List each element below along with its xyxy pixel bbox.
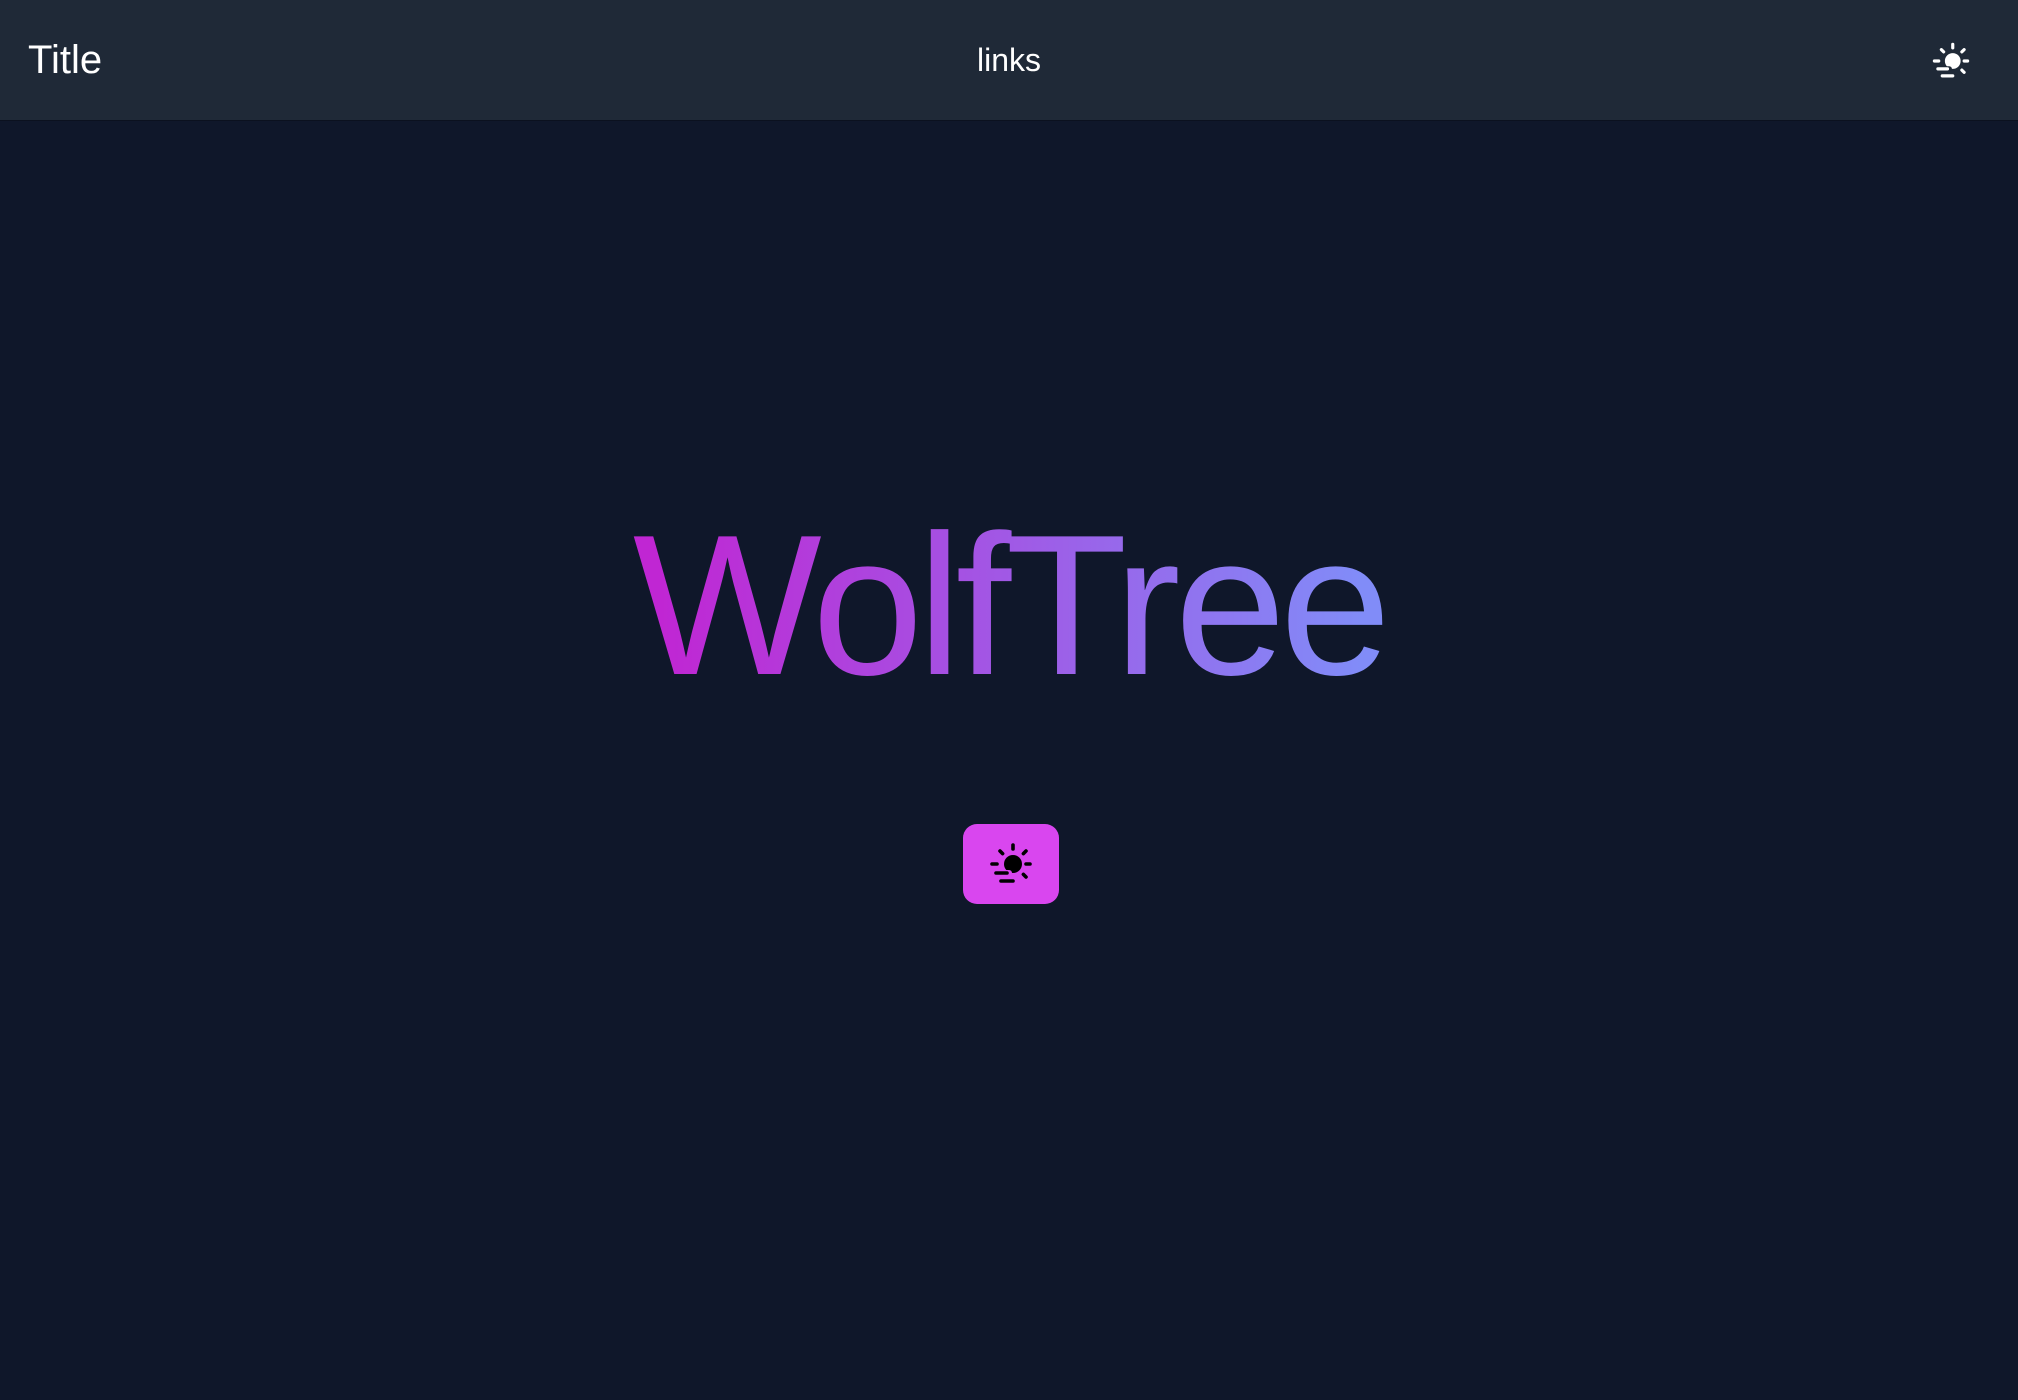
theme-toggle-button[interactable] [1930, 40, 1972, 82]
brand-text: WolfTree [633, 498, 1385, 708]
hero-section: WolfTree [0, 498, 2018, 708]
sun-horizon-icon [1932, 42, 1970, 78]
hero-theme-button[interactable] [963, 824, 1059, 904]
nav-link-links[interactable]: links [977, 37, 1041, 83]
nav-links-container: links [0, 37, 2018, 83]
sun-horizon-icon [990, 843, 1032, 883]
top-navbar: Title links [0, 0, 2018, 120]
hero-brand-heading: WolfTree [633, 498, 1391, 708]
site-title-link[interactable]: Title [28, 33, 102, 87]
